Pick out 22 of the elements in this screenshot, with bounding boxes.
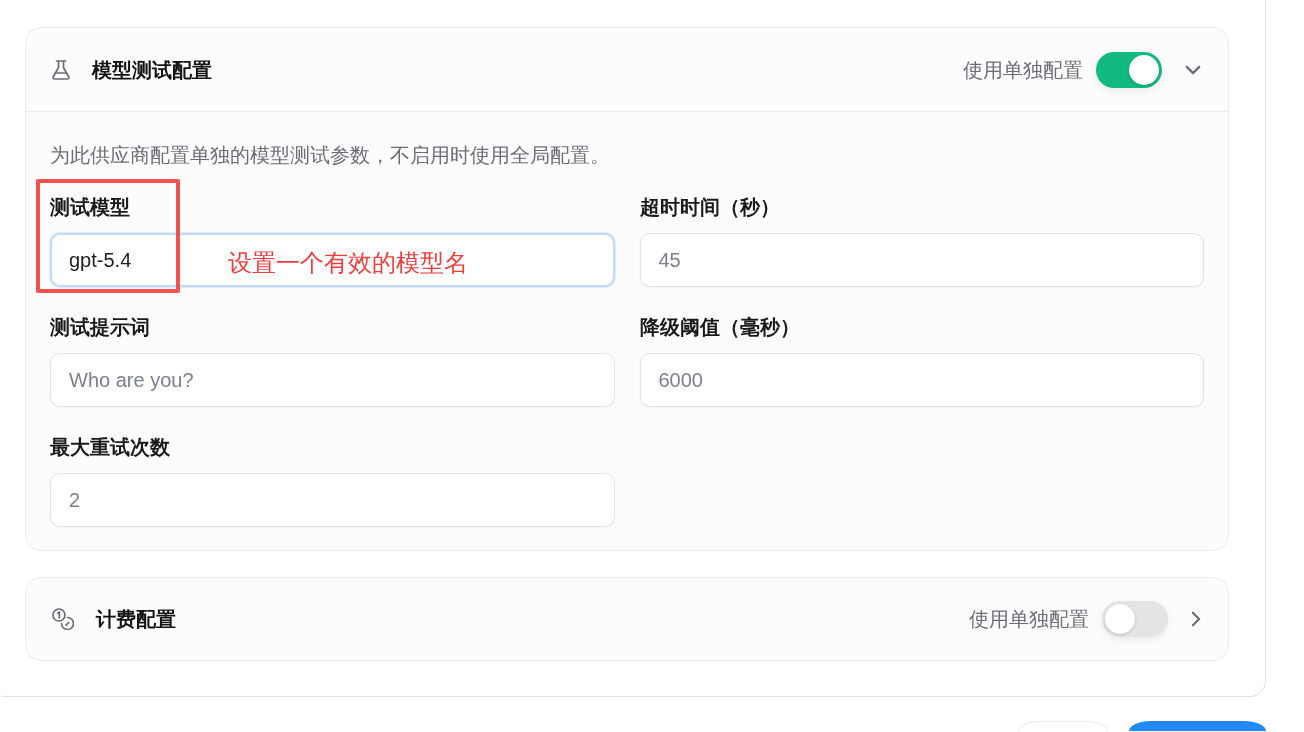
text-input[interactable]: 2 [50,473,615,527]
field-label: 最大重试次数 [50,435,171,460]
text-input[interactable]: Who are you? [50,353,615,407]
coins-icon [52,608,74,630]
field-label: 超时时间（秒） [639,195,781,220]
field-label: 降级阈值（毫秒） [639,315,801,340]
primary-button[interactable] [1129,721,1266,731]
flask-icon [52,59,70,80]
section-description: 为此供应商配置单独的模型测试参数，不启用时使用全局配置。 [50,143,611,168]
text-input[interactable]: 6000 [639,353,1204,407]
text-input[interactable]: 45 [639,233,1204,287]
field-label: 测试提示词 [50,315,151,340]
toggle-switch[interactable] [1096,51,1162,88]
toggle-label: 使用单独配置 [963,57,1083,83]
section-title: 计费配置 [96,607,177,632]
chevron-right-icon[interactable] [1191,611,1201,627]
chevron-down-icon[interactable] [1185,64,1201,75]
section-title: 模型测试配置 [92,57,213,83]
annotation-text: 设置一个有效的模型名 [228,249,468,277]
toggle-label: 使用单独配置 [969,607,1089,632]
field-label: 测试模型 [50,195,131,220]
toggle-switch[interactable] [1102,601,1168,637]
